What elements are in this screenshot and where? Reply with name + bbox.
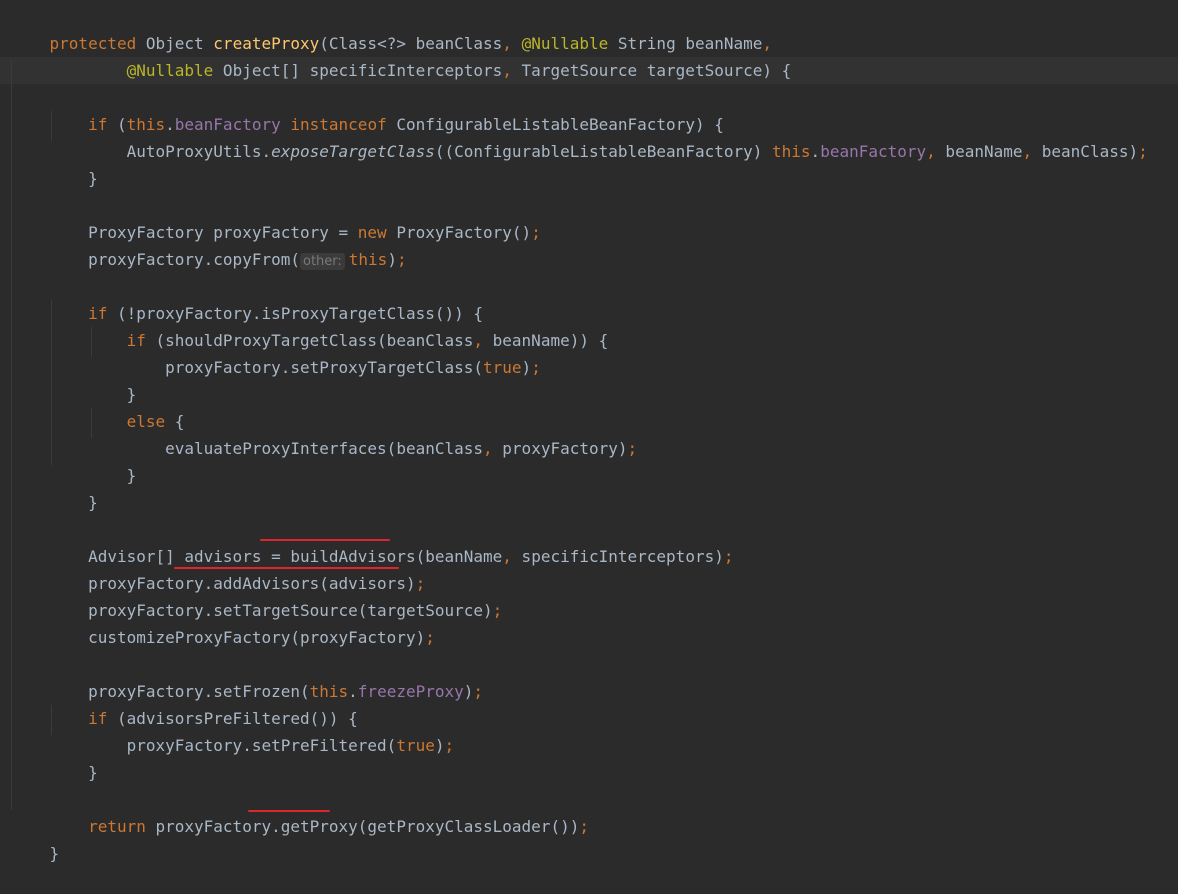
- code-token: return: [88, 817, 146, 836]
- code-token: proxyFactory): [492, 439, 628, 458]
- code-token: }: [49, 169, 98, 188]
- code-token: beanClass): [1032, 142, 1139, 161]
- code-editor[interactable]: protected Object createProxy(Class<?> be…: [0, 0, 1178, 863]
- code-token: .: [810, 142, 821, 161]
- code-token: customizeProxyFactory(proxyFactory): [49, 628, 426, 647]
- code-token: this: [348, 250, 388, 269]
- code-line[interactable]: if (!proxyFactory.isProxyTargetClass()) …: [11, 273, 483, 323]
- code-token: ProxyFactory(): [386, 223, 532, 242]
- code-token: ,: [502, 61, 522, 80]
- code-token: proxyFactory.setPreFiltered(: [49, 736, 397, 755]
- code-token: ;: [531, 358, 541, 377]
- code-line[interactable]: }: [11, 462, 98, 512]
- code-line[interactable]: AutoProxyUtils.exposeTargetClass((Config…: [11, 111, 1148, 161]
- code-token: ;: [396, 250, 407, 269]
- code-token: }: [49, 493, 98, 512]
- code-line[interactable]: @Nullable Object[] specificInterceptors,…: [11, 30, 792, 80]
- code-token: this: [772, 142, 811, 161]
- code-line[interactable]: }: [11, 435, 137, 485]
- code-token: ,: [483, 439, 493, 458]
- code-token: beanFactory: [820, 142, 927, 161]
- code-line[interactable]: }: [11, 732, 98, 782]
- code-line[interactable]: if (this.beanFactory instanceof Configur…: [11, 84, 724, 134]
- code-token: ): [463, 682, 474, 701]
- code-line[interactable]: proxyFactory.setTargetSource(targetSourc…: [11, 570, 502, 620]
- annotation-underline-build-advisors: [260, 539, 390, 541]
- code-token: exposeTargetClass: [271, 142, 435, 161]
- code-line[interactable]: evaluateProxyInterfaces(beanClass, proxy…: [11, 408, 637, 458]
- code-token: specificInterceptors): [511, 547, 724, 566]
- code-token: ,: [926, 142, 936, 161]
- annotation-underline-add-advisors: [174, 567, 399, 569]
- code-token: }: [49, 844, 60, 863]
- code-token: ,: [1022, 142, 1033, 161]
- parameter-hint: other:: [299, 253, 345, 270]
- code-line[interactable]: proxyFactory.addAdvisors(advisors);: [11, 543, 425, 593]
- code-line[interactable]: proxyFactory.setFrozen(this.freezeProxy)…: [11, 651, 483, 701]
- code-token: ;: [473, 682, 484, 701]
- code-line[interactable]: if (shouldProxyTargetClass(beanClass, be…: [11, 300, 609, 350]
- code-line[interactable]: proxyFactory.setPreFiltered(true);: [11, 705, 455, 755]
- code-line[interactable]: }: [11, 138, 98, 188]
- code-line[interactable]: protected Object createProxy(Class<?> be…: [11, 3, 773, 53]
- code-token: ;: [627, 439, 638, 458]
- code-token: TargetSource targetSource) {: [521, 61, 792, 80]
- code-token: ;: [492, 601, 503, 620]
- code-token: proxyFactory.getProxy(getProxyClassLoade…: [145, 817, 580, 836]
- code-token: }: [49, 763, 98, 782]
- code-token: true: [396, 736, 435, 755]
- code-token: Object[] specificInterceptors: [213, 61, 503, 80]
- code-token: beanName: [935, 142, 1023, 161]
- code-line[interactable]: else {: [11, 381, 185, 431]
- code-line[interactable]: return proxyFactory.getProxy(getProxyCla…: [11, 786, 589, 836]
- code-line[interactable]: }: [11, 354, 137, 404]
- code-token: proxyFactory.copyFrom(: [49, 250, 300, 269]
- code-line[interactable]: proxyFactory.copyFrom(other: this);: [11, 219, 407, 270]
- code-token: ;: [579, 817, 589, 836]
- code-token: freezeProxy: [357, 682, 464, 701]
- code-token: ((ConfigurableListableBeanFactory): [434, 142, 773, 161]
- code-token: ;: [425, 628, 435, 647]
- code-token: ;: [444, 736, 455, 755]
- code-line[interactable]: proxyFactory.setProxyTargetClass(true);: [11, 327, 541, 377]
- code-token: true: [483, 358, 522, 377]
- code-token: ,: [502, 547, 512, 566]
- code-token: ;: [531, 223, 541, 242]
- code-token: @Nullable: [126, 61, 214, 80]
- code-line[interactable]: if (advisorsPreFiltered()) {: [11, 678, 358, 728]
- annotation-underline-get-proxy: [248, 810, 330, 812]
- code-line[interactable]: ProxyFactory proxyFactory = new ProxyFac…: [11, 192, 541, 242]
- code-token: ): [521, 358, 532, 377]
- code-token: ;: [1138, 142, 1148, 161]
- code-token: ;: [723, 547, 734, 566]
- code-line[interactable]: }: [11, 813, 60, 863]
- code-line[interactable]: customizeProxyFactory(proxyFactory);: [11, 597, 435, 647]
- code-token: ): [387, 250, 397, 269]
